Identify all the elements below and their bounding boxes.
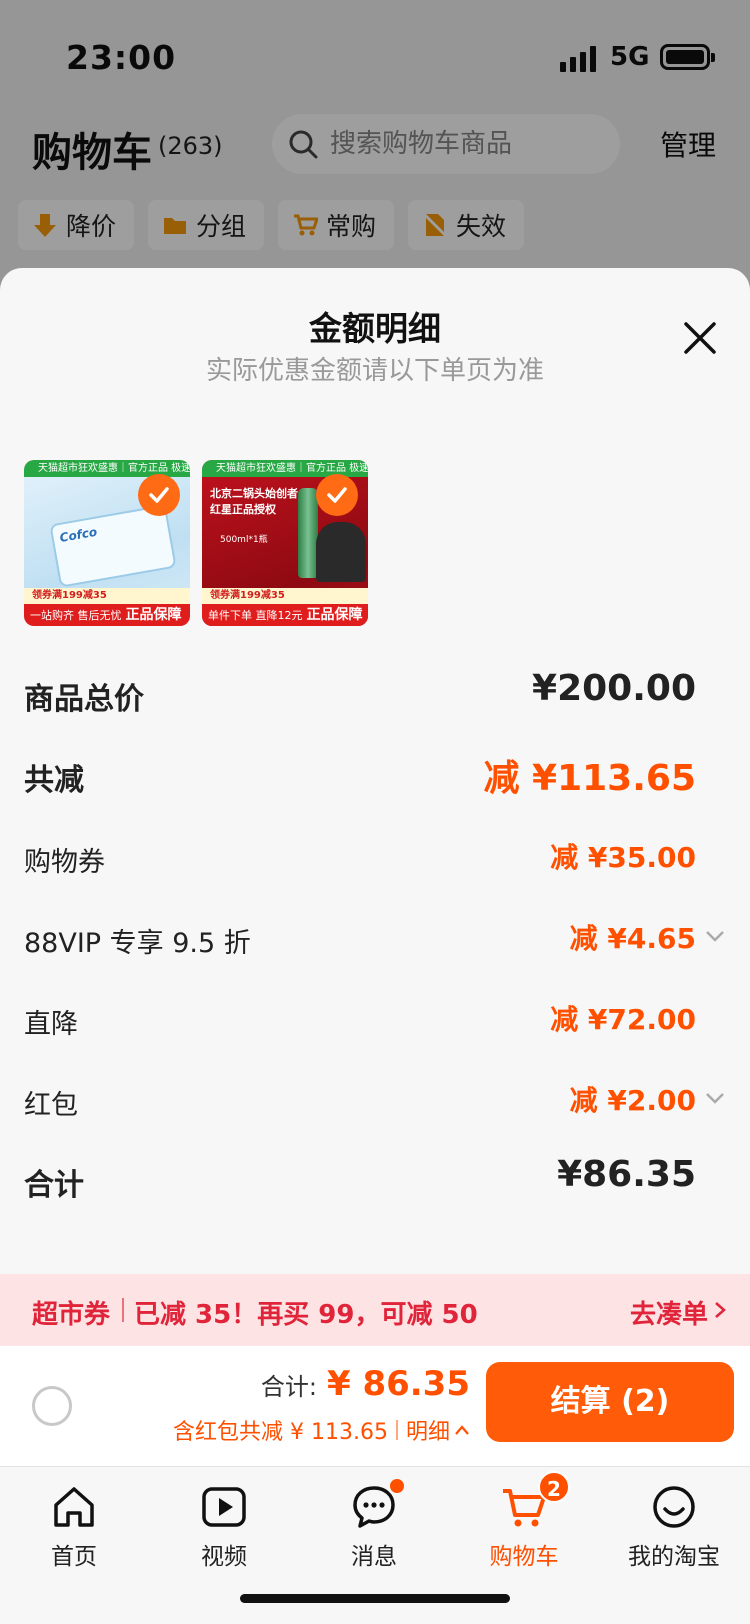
row-label: 共减 xyxy=(24,763,84,798)
add-items-link[interactable]: 去凑单 xyxy=(630,1294,708,1331)
product-footer: 一站购齐 售后无忧 正品保障 xyxy=(24,604,190,626)
tab-label: 首页 xyxy=(51,1544,97,1570)
chevron-down-icon[interactable] xyxy=(704,925,726,947)
product-headline-2: 红星正品授权 xyxy=(210,503,276,516)
product-thumbnail[interactable]: 天猫超市狂欢盛惠｜官方正品 极速送达 Cofco 领券满199减35 一站购齐 … xyxy=(24,460,190,626)
product-headline-1: 北京二锅头始创者 xyxy=(210,487,298,500)
total-amount: ¥ 86.35 xyxy=(326,1364,470,1404)
amount-detail-list: 商品总价 ¥200.00 共减 减 ¥113.65 购物券 减 ¥35.00 8… xyxy=(24,660,726,1227)
row-label: 88VIP 专享 9.5 折 xyxy=(24,928,251,959)
product-thumbnail[interactable]: 天猫超市狂欢盛惠｜官方正品 极速送达 北京二锅头始创者 红星正品授权 500ml… xyxy=(202,460,368,626)
video-icon xyxy=(202,1487,246,1527)
message-icon-wrap xyxy=(350,1479,404,1531)
checkout-total: 合计: ¥ 86.35 xyxy=(261,1364,470,1404)
discount-summary: 含红包共减 ¥ 113.65 明细 xyxy=(173,1414,470,1446)
tab-label: 消息 xyxy=(351,1544,397,1570)
tab-label: 购物车 xyxy=(489,1544,559,1570)
product-headline: 北京二锅头始创者 红星正品授权 xyxy=(210,486,298,518)
sheet-title: 金额明细 xyxy=(309,309,441,348)
tab-my-taobao[interactable]: 我的淘宝 xyxy=(614,1483,734,1571)
cart-icon-wrap: 2 xyxy=(500,1471,570,1531)
tab-cart[interactable]: 2 购物车 xyxy=(464,1471,584,1571)
checkout-bar: 合计: ¥ 86.35 含红包共减 ¥ 113.65 明细 结算 (2) xyxy=(0,1346,750,1466)
row-grand-total: 合计 ¥86.35 xyxy=(24,1146,726,1227)
divider xyxy=(395,1420,398,1440)
spokesperson-image xyxy=(316,522,366,582)
tab-label: 我的淘宝 xyxy=(628,1544,720,1570)
profile-icon xyxy=(653,1486,695,1528)
product-footer-right: 正品保障 xyxy=(125,607,182,623)
product-footer: 单件下单 直降12元 正品保障 xyxy=(202,604,368,626)
tab-home[interactable]: 首页 xyxy=(14,1483,134,1571)
product-brand: Cofco xyxy=(58,524,99,546)
row-value: 减 ¥4.65 xyxy=(569,922,696,955)
tab-messages[interactable]: 消息 xyxy=(314,1479,434,1571)
row-value: 减 ¥35.00 xyxy=(550,841,696,874)
product-coupon: 领券满199减35 xyxy=(202,588,368,604)
home-indicator xyxy=(240,1594,510,1603)
row-total-discount: 共减 减 ¥113.65 xyxy=(24,741,726,822)
home-icon xyxy=(54,1487,94,1527)
row-label: 红包 xyxy=(24,1090,78,1121)
row-value: ¥200.00 xyxy=(532,668,696,709)
notification-dot xyxy=(390,1479,404,1493)
row-value: 减 ¥113.65 xyxy=(483,758,696,799)
row-red-packet[interactable]: 红包 减 ¥2.00 xyxy=(24,1065,726,1146)
close-icon[interactable] xyxy=(680,318,720,358)
product-image: Cofco xyxy=(49,504,177,588)
select-all-checkbox[interactable] xyxy=(32,1386,72,1426)
product-coupon: 领券满199减35 xyxy=(24,588,190,604)
chevron-right-icon xyxy=(715,1302,726,1318)
selected-check-icon[interactable] xyxy=(316,474,358,516)
chevron-up-icon xyxy=(455,1425,469,1435)
product-spec: 500ml*1瓶 xyxy=(220,535,268,545)
total-label: 合计: xyxy=(260,1373,317,1401)
cart-count-badge: 2 xyxy=(538,1471,570,1503)
promo-text: 已减 35！再买 99，可减 50 xyxy=(134,1300,478,1330)
sheet-subtitle: 实际优惠金额请以下单页为准 xyxy=(205,356,544,386)
detail-toggle[interactable]: 明细 xyxy=(406,1414,470,1446)
checkout-button[interactable]: 结算 (2) xyxy=(486,1362,734,1442)
promo-divider xyxy=(122,1298,124,1322)
row-direct-discount: 直降 减 ¥72.00 xyxy=(24,984,726,1065)
product-footer-left: 单件下单 直降12元 xyxy=(208,609,303,622)
row-label: 购物券 xyxy=(24,847,105,878)
product-footer-right: 正品保障 xyxy=(306,607,363,623)
selected-products: 天猫超市狂欢盛惠｜官方正品 极速送达 Cofco 领券满199减35 一站购齐 … xyxy=(24,460,368,626)
row-label: 直降 xyxy=(24,1009,78,1040)
row-label: 合计 xyxy=(24,1168,84,1203)
row-label: 商品总价 xyxy=(24,682,144,717)
bottle-image xyxy=(298,488,318,578)
row-goods-total: 商品总价 ¥200.00 xyxy=(24,660,726,741)
discount-text: 含红包共减 ¥ 113.65 xyxy=(173,1420,388,1445)
product-footer-left: 一站购齐 售后无忧 xyxy=(30,609,122,622)
row-value: 减 ¥72.00 xyxy=(550,1003,696,1036)
row-value: 减 ¥2.00 xyxy=(569,1084,696,1117)
promo-banner[interactable]: 超市券 已减 35！再买 99，可减 50 去凑单 xyxy=(0,1274,750,1346)
dim-overlay[interactable] xyxy=(0,0,750,290)
detail-link-label: 明细 xyxy=(405,1420,450,1445)
row-vip-discount[interactable]: 88VIP 专享 9.5 折 减 ¥4.65 xyxy=(24,903,726,984)
tab-label: 视频 xyxy=(201,1544,247,1570)
chevron-down-icon[interactable] xyxy=(704,1087,726,1109)
amount-detail-sheet: 金额明细 实际优惠金额请以下单页为准 天猫超市狂欢盛惠｜官方正品 极速送达 Co… xyxy=(0,268,750,1624)
promo-tag: 超市券 xyxy=(32,1300,111,1330)
tab-video[interactable]: 视频 xyxy=(164,1483,284,1571)
row-coupon: 购物券 减 ¥35.00 xyxy=(24,822,726,903)
row-value: ¥86.35 xyxy=(557,1154,696,1195)
selected-check-icon[interactable] xyxy=(138,474,180,516)
